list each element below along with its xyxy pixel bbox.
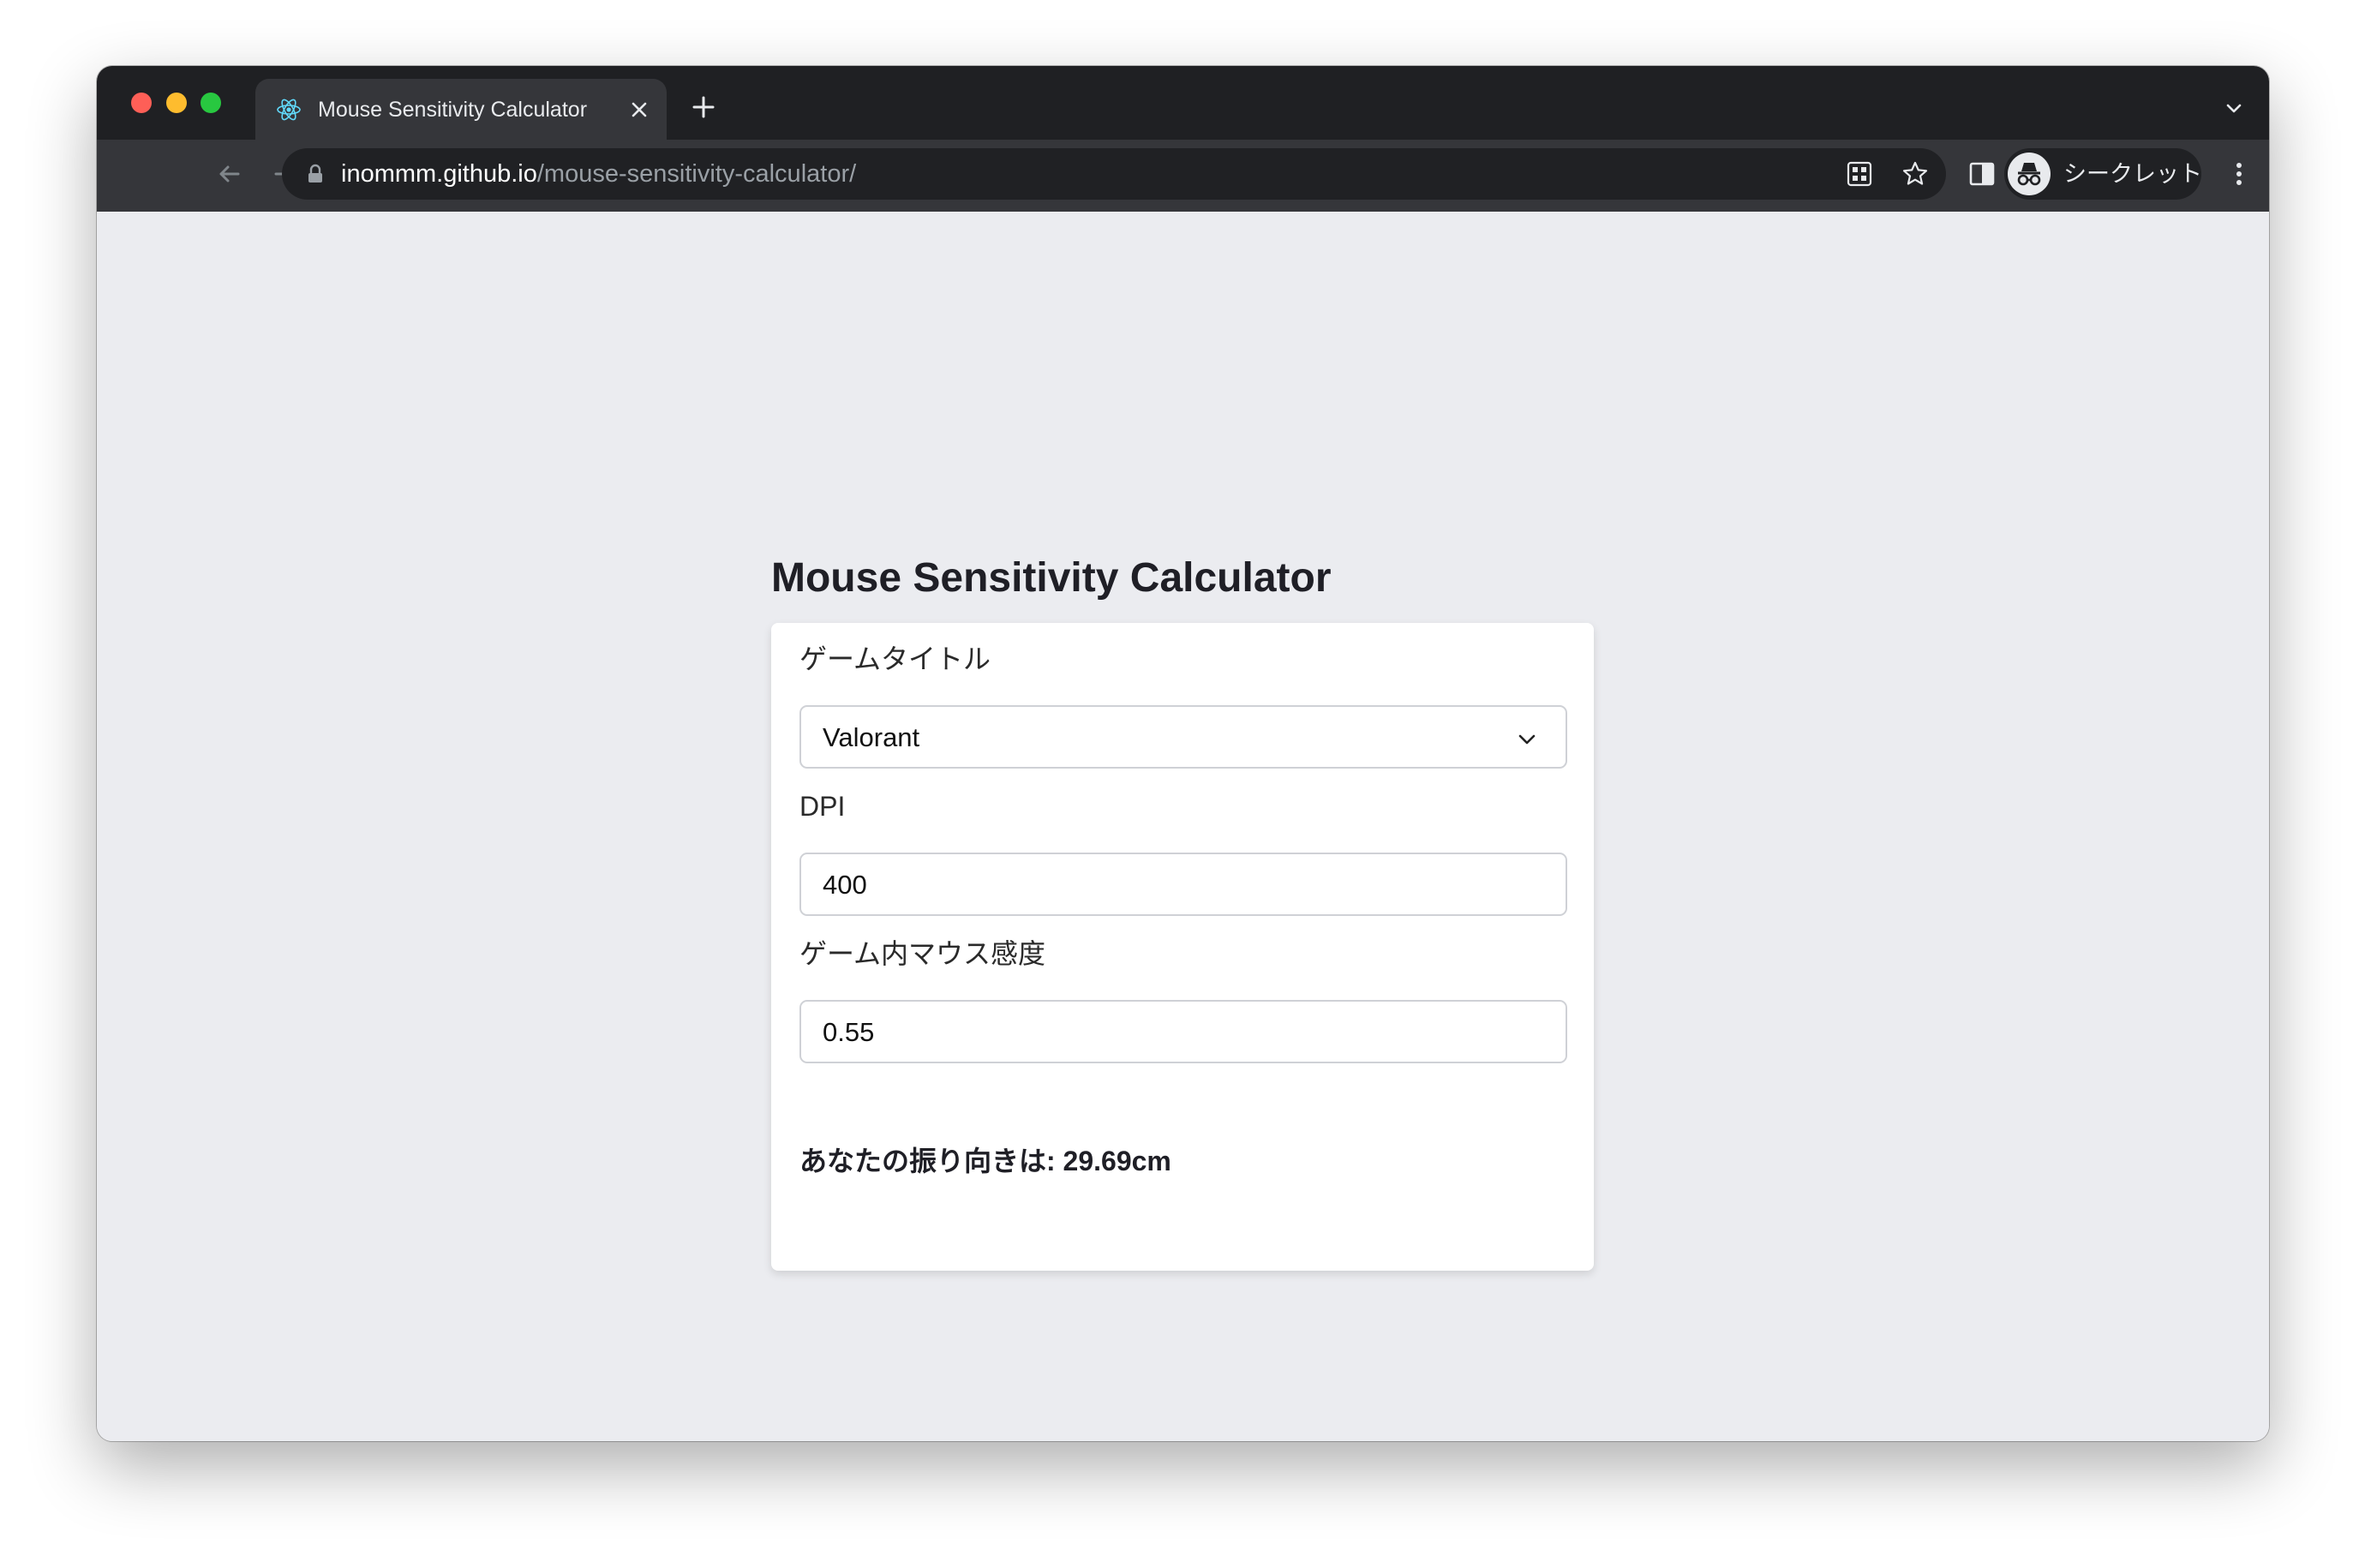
address-bar[interactable]: inommm.github.io/mouse-sensitivity-calcu… <box>282 148 1946 200</box>
page-title: Mouse Sensitivity Calculator <box>771 555 1332 601</box>
new-tab-icon[interactable] <box>691 94 716 120</box>
back-icon[interactable] <box>213 157 247 191</box>
react-icon <box>277 99 301 121</box>
more-menu-icon[interactable] <box>2224 159 2254 189</box>
browser-tab[interactable]: Mouse Sensitivity Calculator <box>255 79 667 140</box>
install-app-icon[interactable] <box>1846 160 1873 188</box>
side-panel-icon[interactable] <box>1967 159 1997 189</box>
tab-title: Mouse Sensitivity Calculator <box>318 98 588 122</box>
game-title-selected-value: Valorant <box>823 722 920 752</box>
incognito-label: シークレット <box>2063 161 2202 187</box>
browser-titlebar: Mouse Sensitivity Calculator <box>97 66 2269 140</box>
dpi-label: DPI <box>799 791 846 822</box>
result-text: あなたの振り向きは: 29.69cm <box>799 1146 1171 1176</box>
game-title-label: ゲームタイトル <box>799 643 991 674</box>
sensitivity-label: ゲーム内マウス感度 <box>799 938 1046 969</box>
incognito-profile-button[interactable]: シークレット <box>2004 148 2202 200</box>
chevron-down-icon[interactable] <box>2222 97 2246 121</box>
game-title-select[interactable]: Valorant <box>799 705 1567 769</box>
bookmark-star-icon[interactable] <box>1901 160 1929 188</box>
incognito-icon <box>2008 153 2051 195</box>
lock-icon[interactable] <box>306 164 325 184</box>
sensitivity-input-value: 0.55 <box>823 1017 875 1047</box>
dpi-input-value: 400 <box>823 870 867 900</box>
tab-close-icon[interactable] <box>629 99 650 120</box>
dpi-input[interactable]: 400 <box>799 853 1567 916</box>
url-host: inommm.github.io <box>341 160 537 188</box>
url-text[interactable]: inommm.github.io/mouse-sensitivity-calcu… <box>341 160 856 188</box>
browser-window: Mouse Sensitivity Calculator inommm.gith… <box>97 66 2269 1441</box>
window-maximize-button[interactable] <box>201 93 221 113</box>
window-close-button[interactable] <box>131 93 152 113</box>
calculator-card: ゲームタイトル Valorant DPI 400 ゲーム内マウス感度 0.55 … <box>771 623 1594 1271</box>
page-viewport: Mouse Sensitivity Calculator ゲームタイトル Val… <box>97 212 2269 1441</box>
window-minimize-button[interactable] <box>166 93 187 113</box>
browser-toolbar: inommm.github.io/mouse-sensitivity-calcu… <box>97 140 2269 212</box>
chevron-down-icon <box>1518 734 1536 745</box>
sensitivity-input[interactable]: 0.55 <box>799 1000 1567 1063</box>
url-path: /mouse-sensitivity-calculator/ <box>536 160 857 188</box>
